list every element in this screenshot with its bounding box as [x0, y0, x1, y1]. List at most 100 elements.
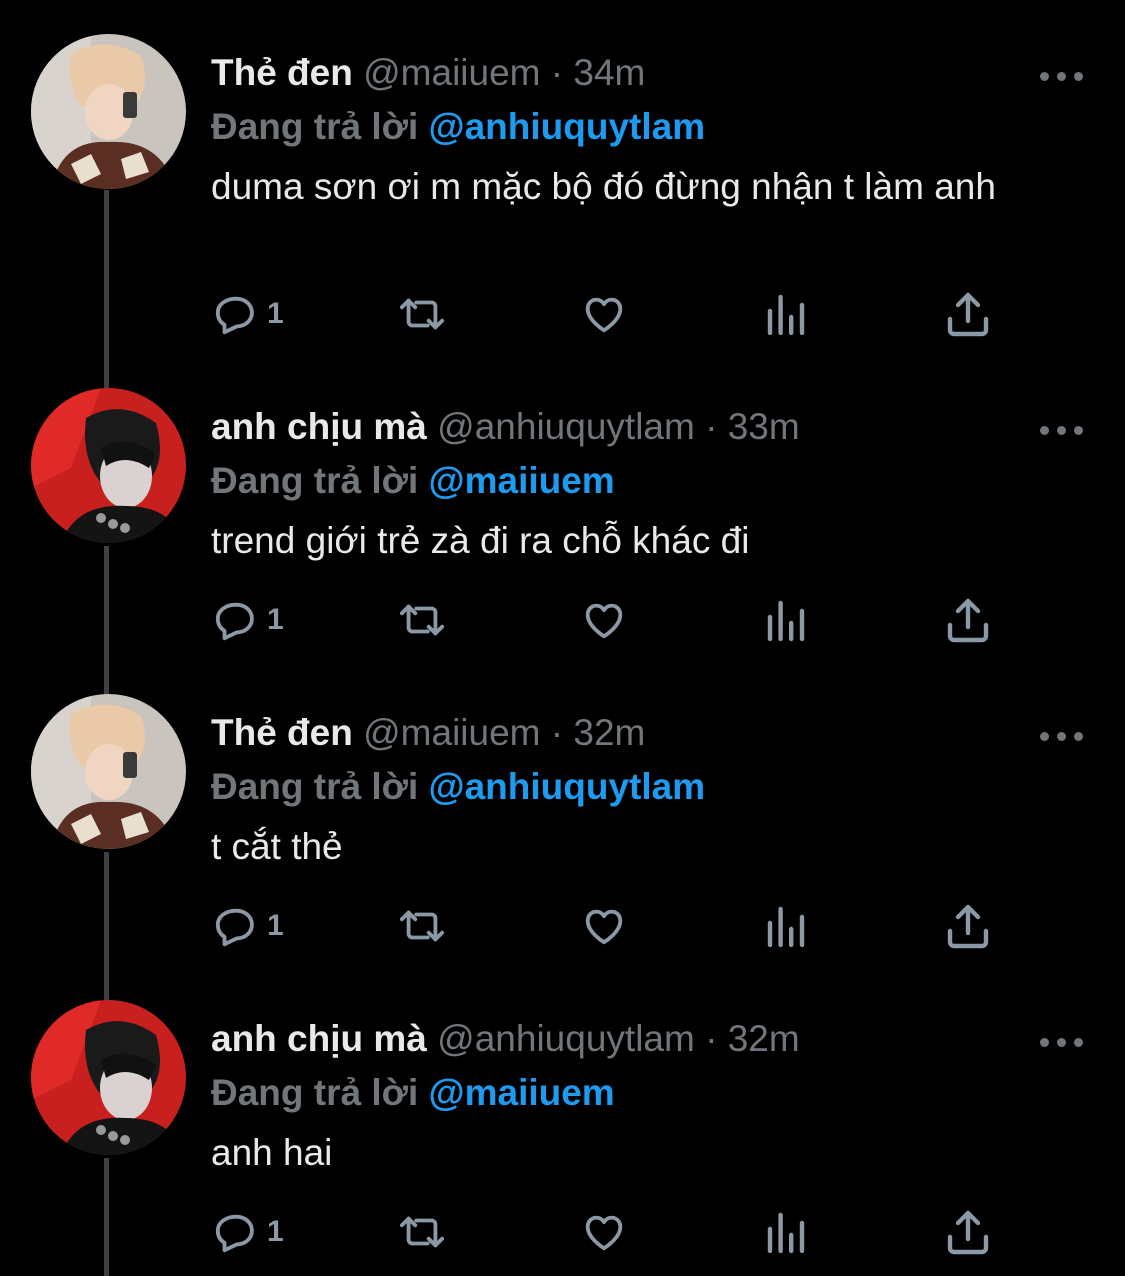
reply-icon	[215, 908, 254, 947]
replying-label: Đang trả lời	[211, 766, 419, 807]
mention-link[interactable]: @maiiuem	[429, 1072, 615, 1113]
reply-count: 1	[267, 909, 284, 942]
retweet-icon	[399, 1216, 445, 1248]
user-handle[interactable]: @anhiuquytlam	[437, 1018, 695, 1059]
timestamp[interactable]: 34m	[573, 52, 645, 93]
reply-button[interactable]: 1	[213, 1202, 284, 1262]
analytics-button[interactable]	[766, 896, 806, 956]
timestamp[interactable]: 33m	[728, 406, 800, 447]
avatar-photo	[31, 388, 186, 543]
action-bar: 1	[0, 284, 1125, 344]
tweet-text: anh hai	[211, 1132, 333, 1173]
like-icon	[585, 603, 623, 639]
avatar[interactable]	[31, 694, 186, 849]
reply-count: 1	[267, 603, 284, 636]
mention-link[interactable]: @maiiuem	[429, 460, 615, 501]
tweet-text: trend giới trẻ zà đi ra chỗ khác đi	[211, 520, 750, 561]
analytics-icon	[767, 906, 805, 947]
share-button[interactable]	[946, 590, 990, 650]
mention-link[interactable]: @anhiuquytlam	[429, 106, 706, 147]
like-icon	[585, 1215, 623, 1251]
avatar[interactable]	[31, 1000, 186, 1155]
share-button[interactable]	[946, 284, 990, 344]
tweet-header: anh chịu mà @anhiuquytlam · 33m	[211, 406, 800, 448]
like-icon	[585, 297, 623, 333]
timestamp[interactable]: 32m	[573, 712, 645, 753]
replying-label: Đang trả lời	[211, 106, 419, 147]
retweet-button[interactable]	[396, 896, 448, 956]
separator-dot: ·	[705, 406, 718, 447]
action-bar: 1	[0, 896, 1125, 956]
separator-dot: ·	[550, 712, 564, 753]
share-icon	[947, 292, 989, 337]
replying-to: Đang trả lời @maiiuem	[211, 1072, 615, 1114]
analytics-button[interactable]	[766, 284, 806, 344]
user-handle[interactable]: @maiiuem	[363, 52, 540, 93]
reply-count: 1	[267, 297, 284, 330]
more-icon[interactable]	[1040, 732, 1084, 744]
display-name[interactable]: anh chịu mà	[211, 1018, 427, 1059]
separator-dot: ·	[550, 52, 564, 93]
avatar[interactable]	[31, 388, 186, 543]
replying-to: Đang trả lời @maiiuem	[211, 460, 615, 502]
share-icon	[947, 598, 989, 643]
tweet[interactable]: Thẻ đen @maiiuem · 32m Đang trả lời @anh…	[0, 694, 1125, 994]
user-handle[interactable]: @anhiuquytlam	[437, 406, 695, 447]
analytics-icon	[767, 1212, 805, 1253]
share-button[interactable]	[946, 896, 990, 956]
reply-button[interactable]: 1	[213, 896, 284, 956]
more-icon[interactable]	[1040, 1038, 1084, 1050]
replying-to: Đang trả lời @anhiuquytlam	[211, 106, 705, 148]
mention-link[interactable]: @anhiuquytlam	[429, 766, 706, 807]
share-icon	[947, 1210, 989, 1255]
replying-to: Đang trả lời @anhiuquytlam	[211, 766, 705, 808]
avatar-photo	[31, 1000, 186, 1155]
tweet-text: t cắt thẻ	[211, 826, 343, 867]
replying-label: Đang trả lời	[211, 1072, 419, 1113]
share-icon	[947, 904, 989, 949]
separator-dot: ·	[705, 1018, 718, 1059]
reply-button[interactable]: 1	[213, 590, 284, 650]
retweet-button[interactable]	[396, 590, 448, 650]
display-name[interactable]: Thẻ đen	[211, 52, 353, 93]
retweet-icon	[399, 604, 445, 636]
analytics-icon	[767, 294, 805, 335]
like-button[interactable]	[580, 284, 628, 344]
tweet[interactable]: anh chịu mà @anhiuquytlam · 33m Đang trả…	[0, 388, 1125, 708]
more-icon[interactable]	[1040, 426, 1084, 438]
tweet[interactable]: Thẻ đen @maiiuem · 34m Đang trả lời @anh…	[0, 34, 1125, 354]
analytics-button[interactable]	[766, 590, 806, 650]
retweet-icon	[399, 298, 445, 330]
tweet-header: Thẻ đen @maiiuem · 32m	[211, 712, 645, 754]
like-button[interactable]	[580, 1202, 628, 1262]
analytics-button[interactable]	[766, 1202, 806, 1262]
user-handle[interactable]: @maiiuem	[363, 712, 540, 753]
timestamp[interactable]: 32m	[728, 1018, 800, 1059]
like-button[interactable]	[580, 590, 628, 650]
display-name[interactable]: Thẻ đen	[211, 712, 353, 753]
reply-icon	[215, 602, 254, 641]
avatar[interactable]	[31, 34, 186, 189]
action-bar: 1	[0, 1202, 1125, 1262]
tweet[interactable]: anh chịu mà @anhiuquytlam · 32m Đang trả…	[0, 1000, 1125, 1276]
replying-label: Đang trả lời	[211, 460, 419, 501]
share-button[interactable]	[946, 1202, 990, 1262]
more-icon[interactable]	[1040, 72, 1084, 84]
analytics-icon	[767, 600, 805, 641]
reply-button[interactable]: 1	[213, 284, 284, 344]
like-icon	[585, 909, 623, 945]
reply-icon	[215, 296, 254, 335]
tweet-header: anh chịu mà @anhiuquytlam · 32m	[211, 1018, 800, 1060]
tweet-header: Thẻ đen @maiiuem · 34m	[211, 52, 645, 94]
tweet-text: duma sơn ơi m mặc bộ đó đừng nhận t làm …	[211, 166, 996, 207]
retweet-icon	[399, 910, 445, 942]
retweet-button[interactable]	[396, 284, 448, 344]
like-button[interactable]	[580, 896, 628, 956]
display-name[interactable]: anh chịu mà	[211, 406, 427, 447]
avatar-photo	[31, 694, 186, 849]
action-bar: 1	[0, 590, 1125, 650]
reply-count: 1	[267, 1215, 284, 1248]
reply-icon	[215, 1214, 254, 1253]
avatar-photo	[31, 34, 186, 189]
retweet-button[interactable]	[396, 1202, 448, 1262]
